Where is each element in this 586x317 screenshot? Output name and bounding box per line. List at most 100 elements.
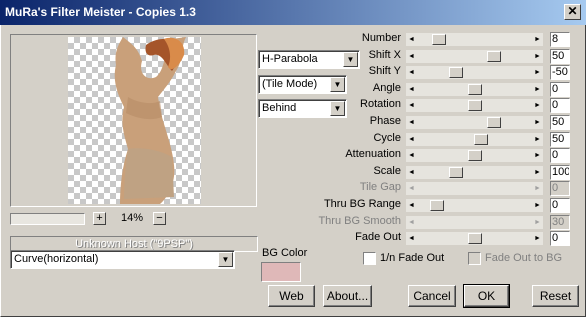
checkbox-box bbox=[468, 252, 481, 265]
value-field-shift-x[interactable]: 50 bbox=[550, 49, 570, 64]
reset-button[interactable]: Reset bbox=[532, 285, 579, 307]
value-field-phase[interactable]: 50 bbox=[550, 115, 570, 130]
value-field-shift-y[interactable]: -50 bbox=[550, 65, 570, 80]
zoom-level: 14% bbox=[120, 212, 144, 224]
arrow-left-icon[interactable]: ◄ bbox=[406, 232, 417, 245]
slider-thru-bg-smooth: ◄ ► bbox=[406, 216, 543, 229]
slider-thumb[interactable] bbox=[474, 134, 488, 145]
param-label-angle: Angle bbox=[372, 82, 401, 94]
slider-attenuation[interactable]: ◄ ► bbox=[406, 149, 543, 162]
arrow-left-icon[interactable]: ◄ bbox=[406, 149, 417, 162]
value-field-angle[interactable]: 0 bbox=[550, 82, 570, 97]
slider-thru-bg-range[interactable]: ◄ ► bbox=[406, 199, 543, 212]
web-button[interactable]: Web bbox=[268, 285, 315, 307]
param-label-attenuation: Attenuation bbox=[345, 148, 401, 160]
checkbox-fade-out-to-bg: Fade Out to BG bbox=[468, 252, 568, 266]
arrow-left-icon[interactable]: ◄ bbox=[406, 83, 417, 96]
woman-figure-image bbox=[114, 37, 186, 204]
arrow-left-icon[interactable]: ◄ bbox=[406, 33, 417, 46]
arrow-left-icon[interactable]: ◄ bbox=[406, 116, 417, 129]
param-label-fade-out: Fade Out bbox=[355, 231, 401, 243]
slider-thumb[interactable] bbox=[468, 100, 482, 111]
arrow-right-icon[interactable]: ► bbox=[532, 199, 543, 212]
checkbox-label: Fade Out to BG bbox=[485, 252, 563, 264]
arrow-left-icon[interactable]: ◄ bbox=[406, 99, 417, 112]
arrow-left-icon: ◄ bbox=[408, 219, 415, 226]
arrow-right-icon[interactable]: ► bbox=[532, 50, 543, 63]
arrow-right-icon[interactable]: ► bbox=[532, 83, 543, 96]
slider-thumb[interactable] bbox=[468, 84, 482, 95]
value-field-tile-gap: 0 bbox=[550, 181, 570, 196]
arrow-right-icon[interactable]: ► bbox=[532, 66, 543, 79]
slider-thumb[interactable] bbox=[487, 51, 501, 62]
arrow-right-icon[interactable]: ► bbox=[532, 99, 543, 112]
curve-dropdown-value: Curve(horizontal) bbox=[14, 253, 99, 265]
arrow-left-icon[interactable]: ◄ bbox=[406, 133, 417, 146]
arrow-left-icon[interactable]: ◄ bbox=[406, 166, 417, 179]
arrow-left-icon[interactable]: ◄ bbox=[406, 199, 417, 212]
slider-number[interactable]: ◄ ► bbox=[406, 33, 543, 46]
slider-rotation[interactable]: ◄ ► bbox=[406, 99, 543, 112]
param-label-tile-gap: Tile Gap bbox=[359, 181, 401, 193]
arrow-right-icon[interactable]: ► bbox=[532, 232, 543, 245]
checkbox-1-n-fade-out[interactable]: 1/n Fade Out bbox=[363, 252, 463, 266]
arrow-right-icon[interactable]: ► bbox=[532, 149, 543, 162]
value-field-cycle[interactable]: 50 bbox=[550, 132, 570, 147]
param-label-shift-x: Shift X bbox=[368, 49, 401, 61]
slider-shift-y[interactable]: ◄ ► bbox=[406, 66, 543, 79]
param-label-shift-y: Shift Y bbox=[368, 65, 401, 77]
slider-phase[interactable]: ◄ ► bbox=[406, 116, 543, 129]
arrow-right-icon[interactable]: ► bbox=[532, 166, 543, 179]
preview-image[interactable] bbox=[68, 37, 201, 204]
value-field-rotation[interactable]: 0 bbox=[550, 98, 570, 113]
param-label-number: Number bbox=[361, 32, 401, 44]
slider-cycle[interactable]: ◄ ► bbox=[406, 133, 543, 146]
bg-color-label: BG Color bbox=[262, 247, 308, 259]
arrow-right-icon[interactable]: ► bbox=[532, 33, 543, 46]
bg-color-swatch[interactable] bbox=[261, 262, 301, 282]
title-bar: MuRa's Filter Meister - Copies 1.3 ✕ bbox=[0, 0, 586, 25]
slider-thumb[interactable] bbox=[468, 233, 482, 244]
slider-scale[interactable]: ◄ ► bbox=[406, 166, 543, 179]
arrow-left-icon[interactable]: ◄ bbox=[406, 50, 417, 63]
zoom-in-button[interactable]: + bbox=[93, 212, 106, 225]
param-label-rotation: Rotation bbox=[360, 98, 401, 110]
value-field-thru-bg-range[interactable]: 0 bbox=[550, 198, 570, 213]
slider-thumb[interactable] bbox=[487, 117, 501, 128]
zoom-track[interactable] bbox=[10, 213, 85, 225]
zoom-out-button[interactable]: − bbox=[153, 212, 166, 225]
position-dropdown-value: Behind bbox=[262, 102, 297, 114]
arrow-left-icon: ◄ bbox=[408, 185, 415, 192]
slider-thumb[interactable] bbox=[468, 150, 482, 161]
param-label-phase: Phase bbox=[369, 115, 401, 127]
value-field-scale[interactable]: 100 bbox=[550, 165, 570, 180]
curve-dropdown[interactable]: Curve(horizontal) ▼ bbox=[10, 250, 235, 269]
slider-shift-x[interactable]: ◄ ► bbox=[406, 50, 543, 63]
slider-angle[interactable]: ◄ ► bbox=[406, 83, 543, 96]
value-field-attenuation[interactable]: 0 bbox=[550, 148, 570, 163]
arrow-right-icon: ► bbox=[534, 185, 541, 192]
slider-tile-gap: ◄ ► bbox=[406, 182, 543, 195]
close-button[interactable]: ✕ bbox=[564, 4, 581, 20]
preview-pane[interactable] bbox=[10, 34, 257, 207]
checkbox-box[interactable] bbox=[363, 252, 376, 265]
slider-thumb[interactable] bbox=[449, 167, 463, 178]
slider-fade-out[interactable]: ◄ ► bbox=[406, 232, 543, 245]
slider-thumb[interactable] bbox=[430, 200, 444, 211]
about-button[interactable]: About... bbox=[323, 285, 372, 307]
slider-thumb[interactable] bbox=[432, 34, 446, 45]
param-label-thru-bg-smooth: Thru BG Smooth bbox=[318, 215, 401, 227]
arrow-left-icon[interactable]: ◄ bbox=[406, 66, 417, 79]
param-label-scale: Scale bbox=[373, 165, 401, 177]
arrow-right-icon[interactable]: ► bbox=[532, 116, 543, 129]
ok-button[interactable]: OK bbox=[463, 284, 510, 308]
param-label-thru-bg-range: Thru BG Range bbox=[323, 198, 401, 210]
arrow-right-icon[interactable]: ► bbox=[532, 133, 543, 146]
cancel-button[interactable]: Cancel bbox=[408, 285, 456, 307]
checkbox-label: 1/n Fade Out bbox=[380, 252, 445, 264]
slider-thumb[interactable] bbox=[449, 67, 463, 78]
param-label-cycle: Cycle bbox=[373, 132, 401, 144]
value-field-fade-out[interactable]: 0 bbox=[550, 231, 570, 246]
chevron-down-icon: ▼ bbox=[218, 252, 233, 267]
value-field-number[interactable]: 8 bbox=[550, 32, 570, 47]
